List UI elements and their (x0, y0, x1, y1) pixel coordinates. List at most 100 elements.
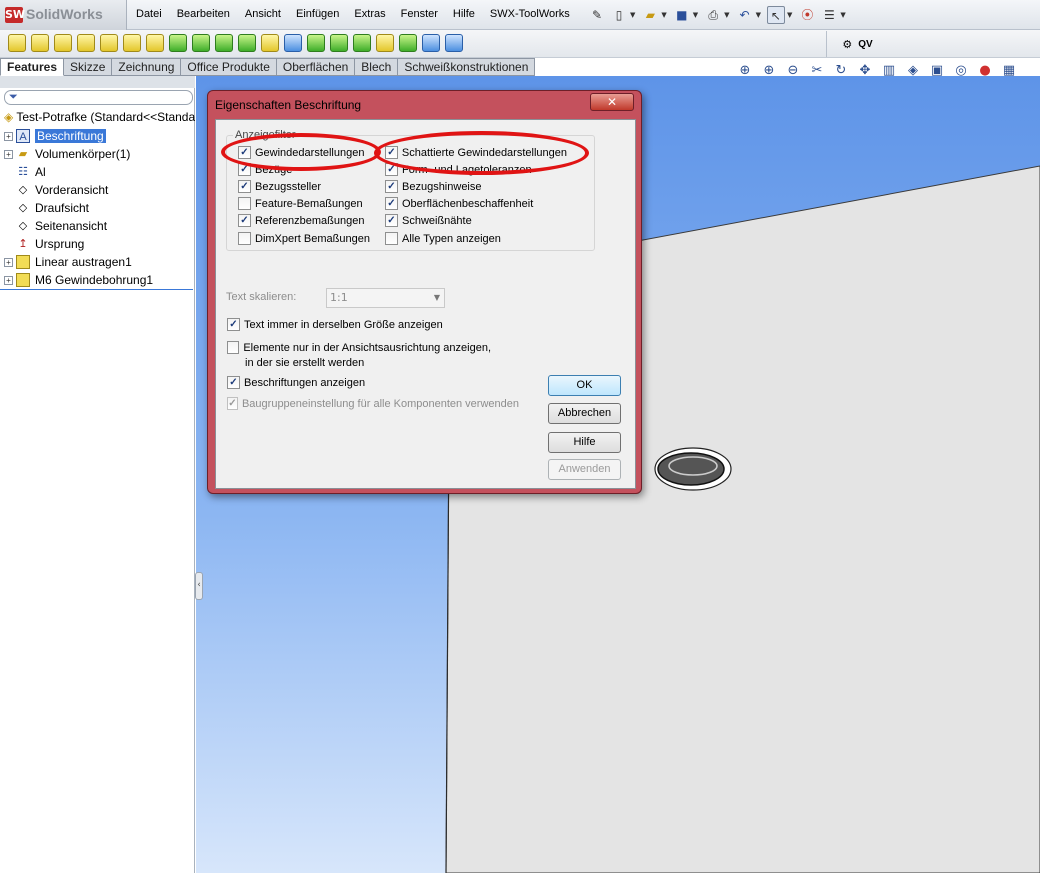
check-oberflaechenbeschaffenheit[interactable]: ✓ Oberflächenbeschaffenheit (385, 197, 537, 210)
help-button[interactable]: Hilfe (548, 432, 621, 453)
tree-filter-input[interactable]: ⏷ (4, 90, 193, 105)
tab-blech[interactable]: Blech (355, 58, 399, 76)
checkbox-unchecked[interactable] (238, 197, 251, 210)
tree-item-gewindebohrung[interactable]: + M6 Gewindebohrung1 (4, 271, 153, 289)
tree-item-beschriftung[interactable]: + A Beschriftung (4, 127, 106, 145)
chevron-down-icon[interactable]: ▼ (756, 11, 761, 19)
check-bezugssteller[interactable]: ✓ Bezugssteller (238, 180, 321, 193)
check-bezugshinweise[interactable]: ✓ Bezugshinweise (385, 180, 495, 193)
tree-item-material[interactable]: ☷ Al (4, 163, 46, 181)
ok-button[interactable]: OK (548, 375, 621, 396)
revolve-icon[interactable] (31, 34, 49, 52)
reference-geometry-icon[interactable] (399, 34, 417, 52)
pin-icon[interactable]: ✎ (588, 6, 606, 24)
quick-view-box[interactable]: ⚙ QV (826, 31, 888, 57)
menu-fenster[interactable]: Fenster (401, 8, 438, 20)
tree-item-linear-austragen[interactable]: + Linear austragen1 (4, 253, 132, 271)
tree-item-draufsicht[interactable]: ◇ Draufsicht (4, 199, 89, 217)
menu-swx-toolworks[interactable]: SWX-ToolWorks (490, 8, 570, 20)
zoom-fit-icon[interactable]: ⊕ (736, 62, 754, 80)
shell-icon[interactable] (238, 34, 256, 52)
draft-icon[interactable] (261, 34, 279, 52)
rotate-icon[interactable]: ↻ (832, 62, 850, 80)
checkbox-unchecked[interactable] (227, 341, 240, 354)
mirror-icon[interactable] (307, 34, 325, 52)
checkbox-checked[interactable]: ✓ (227, 376, 240, 389)
undo-icon[interactable]: ↶ (736, 6, 754, 24)
section-view-icon[interactable]: ✂ (808, 62, 826, 80)
edit-appearance-icon[interactable]: ● (976, 62, 994, 80)
new-document-icon[interactable]: ▯ (610, 6, 628, 24)
checkbox-checked[interactable]: ✓ (385, 197, 398, 210)
display-style-icon[interactable]: ▣ (928, 62, 946, 80)
check-feature-bemassungen[interactable]: Feature-Bemaßungen (238, 197, 363, 210)
menu-einfuegen[interactable]: Einfügen (296, 8, 339, 20)
scene-icon[interactable]: ▦ (1000, 62, 1018, 80)
check-text-same-size[interactable]: ✓ Text immer in derselben Größe anzeigen (227, 318, 443, 331)
menu-datei[interactable]: Datei (136, 8, 162, 20)
apply-button[interactable]: Anwenden (548, 459, 621, 480)
expand-icon[interactable]: + (4, 149, 13, 159)
checkbox-checked[interactable]: ✓ (238, 214, 251, 227)
save-icon[interactable]: ■ (673, 6, 691, 24)
select-pointer-icon[interactable]: ↖ (766, 6, 785, 24)
checkbox-unchecked[interactable] (385, 232, 398, 245)
tab-zeichnung[interactable]: Zeichnung (112, 58, 182, 76)
zoom-area-icon[interactable]: ⊕ (760, 62, 778, 80)
check-alle-typen-anzeigen[interactable]: Alle Typen anzeigen (385, 232, 501, 245)
open-folder-icon[interactable]: ▰ (641, 6, 659, 24)
close-button[interactable]: ✕ (590, 93, 634, 111)
instant3d-icon[interactable] (445, 34, 463, 52)
extruded-cut-icon[interactable] (123, 34, 141, 52)
tab-features[interactable]: Features (0, 58, 65, 76)
app-logo[interactable]: SW SolidWorks (0, 0, 127, 30)
panel-splitter-handle[interactable]: ‹ (195, 572, 203, 600)
text-scale-select[interactable]: 1:1 ▼ (326, 288, 445, 308)
hide-show-items-icon[interactable]: ◎ (952, 62, 970, 80)
thread-hole-icon[interactable] (657, 452, 725, 486)
expand-icon[interactable]: + (4, 275, 13, 285)
menu-ansicht[interactable]: Ansicht (245, 8, 281, 20)
zoom-previous-icon[interactable]: ⊖ (784, 62, 802, 80)
menu-bearbeiten[interactable]: Bearbeiten (177, 8, 230, 20)
cancel-button[interactable]: Abbrechen (548, 403, 621, 424)
traffic-light-icon[interactable]: ⦿ (798, 6, 816, 24)
tab-schweisskonstruktionen[interactable]: Schweißkonstruktionen (398, 58, 536, 76)
checkbox-checked[interactable]: ✓ (385, 214, 398, 227)
rib-icon[interactable] (215, 34, 233, 52)
wrap-icon[interactable] (330, 34, 348, 52)
chevron-down-icon[interactable]: ▼ (840, 11, 845, 19)
chevron-down-icon[interactable]: ▼ (630, 11, 635, 19)
fillet-icon[interactable] (169, 34, 187, 52)
hole-wizard-icon[interactable] (376, 34, 394, 52)
chevron-down-icon[interactable]: ▼ (661, 11, 666, 19)
tree-item-volumenkoerper[interactable]: + ▰ Volumenkörper(1) (4, 145, 130, 163)
chevron-down-icon[interactable]: ▼ (724, 11, 729, 19)
check-referenzbemassungen[interactable]: ✓ Referenzbemaßungen (238, 214, 364, 227)
expand-icon[interactable]: + (4, 131, 13, 141)
rollback-bar[interactable] (0, 289, 193, 290)
pan-icon[interactable]: ✥ (856, 62, 874, 80)
curves-icon[interactable] (422, 34, 440, 52)
standard-views-icon[interactable]: ▥ (880, 62, 898, 80)
tab-oberflaechen[interactable]: Oberflächen (276, 58, 356, 76)
dome-icon[interactable] (353, 34, 371, 52)
checkbox-checked[interactable]: ✓ (385, 180, 398, 193)
chevron-down-icon[interactable]: ▼ (787, 11, 792, 19)
panel-tab-strip[interactable] (0, 76, 195, 88)
tab-office-produkte[interactable]: Office Produkte (181, 58, 277, 76)
check-show-annotations[interactable]: ✓ Beschriftungen anzeigen (227, 376, 365, 389)
tree-item-seitenansicht[interactable]: ◇ Seitenansicht (4, 217, 107, 235)
checkbox-unchecked[interactable] (238, 232, 251, 245)
menu-extras[interactable]: Extras (354, 8, 385, 20)
menu-hilfe[interactable]: Hilfe (453, 8, 475, 20)
print-icon[interactable]: ⎙ (704, 6, 722, 24)
sweep-icon[interactable] (54, 34, 72, 52)
checkbox-checked[interactable]: ✓ (227, 318, 240, 331)
revolved-cut-icon[interactable] (146, 34, 164, 52)
boundary-icon[interactable] (100, 34, 118, 52)
tab-skizze[interactable]: Skizze (64, 58, 113, 76)
loft-icon[interactable] (77, 34, 95, 52)
checkbox-checked[interactable]: ✓ (238, 180, 251, 193)
chamfer-icon[interactable] (192, 34, 210, 52)
